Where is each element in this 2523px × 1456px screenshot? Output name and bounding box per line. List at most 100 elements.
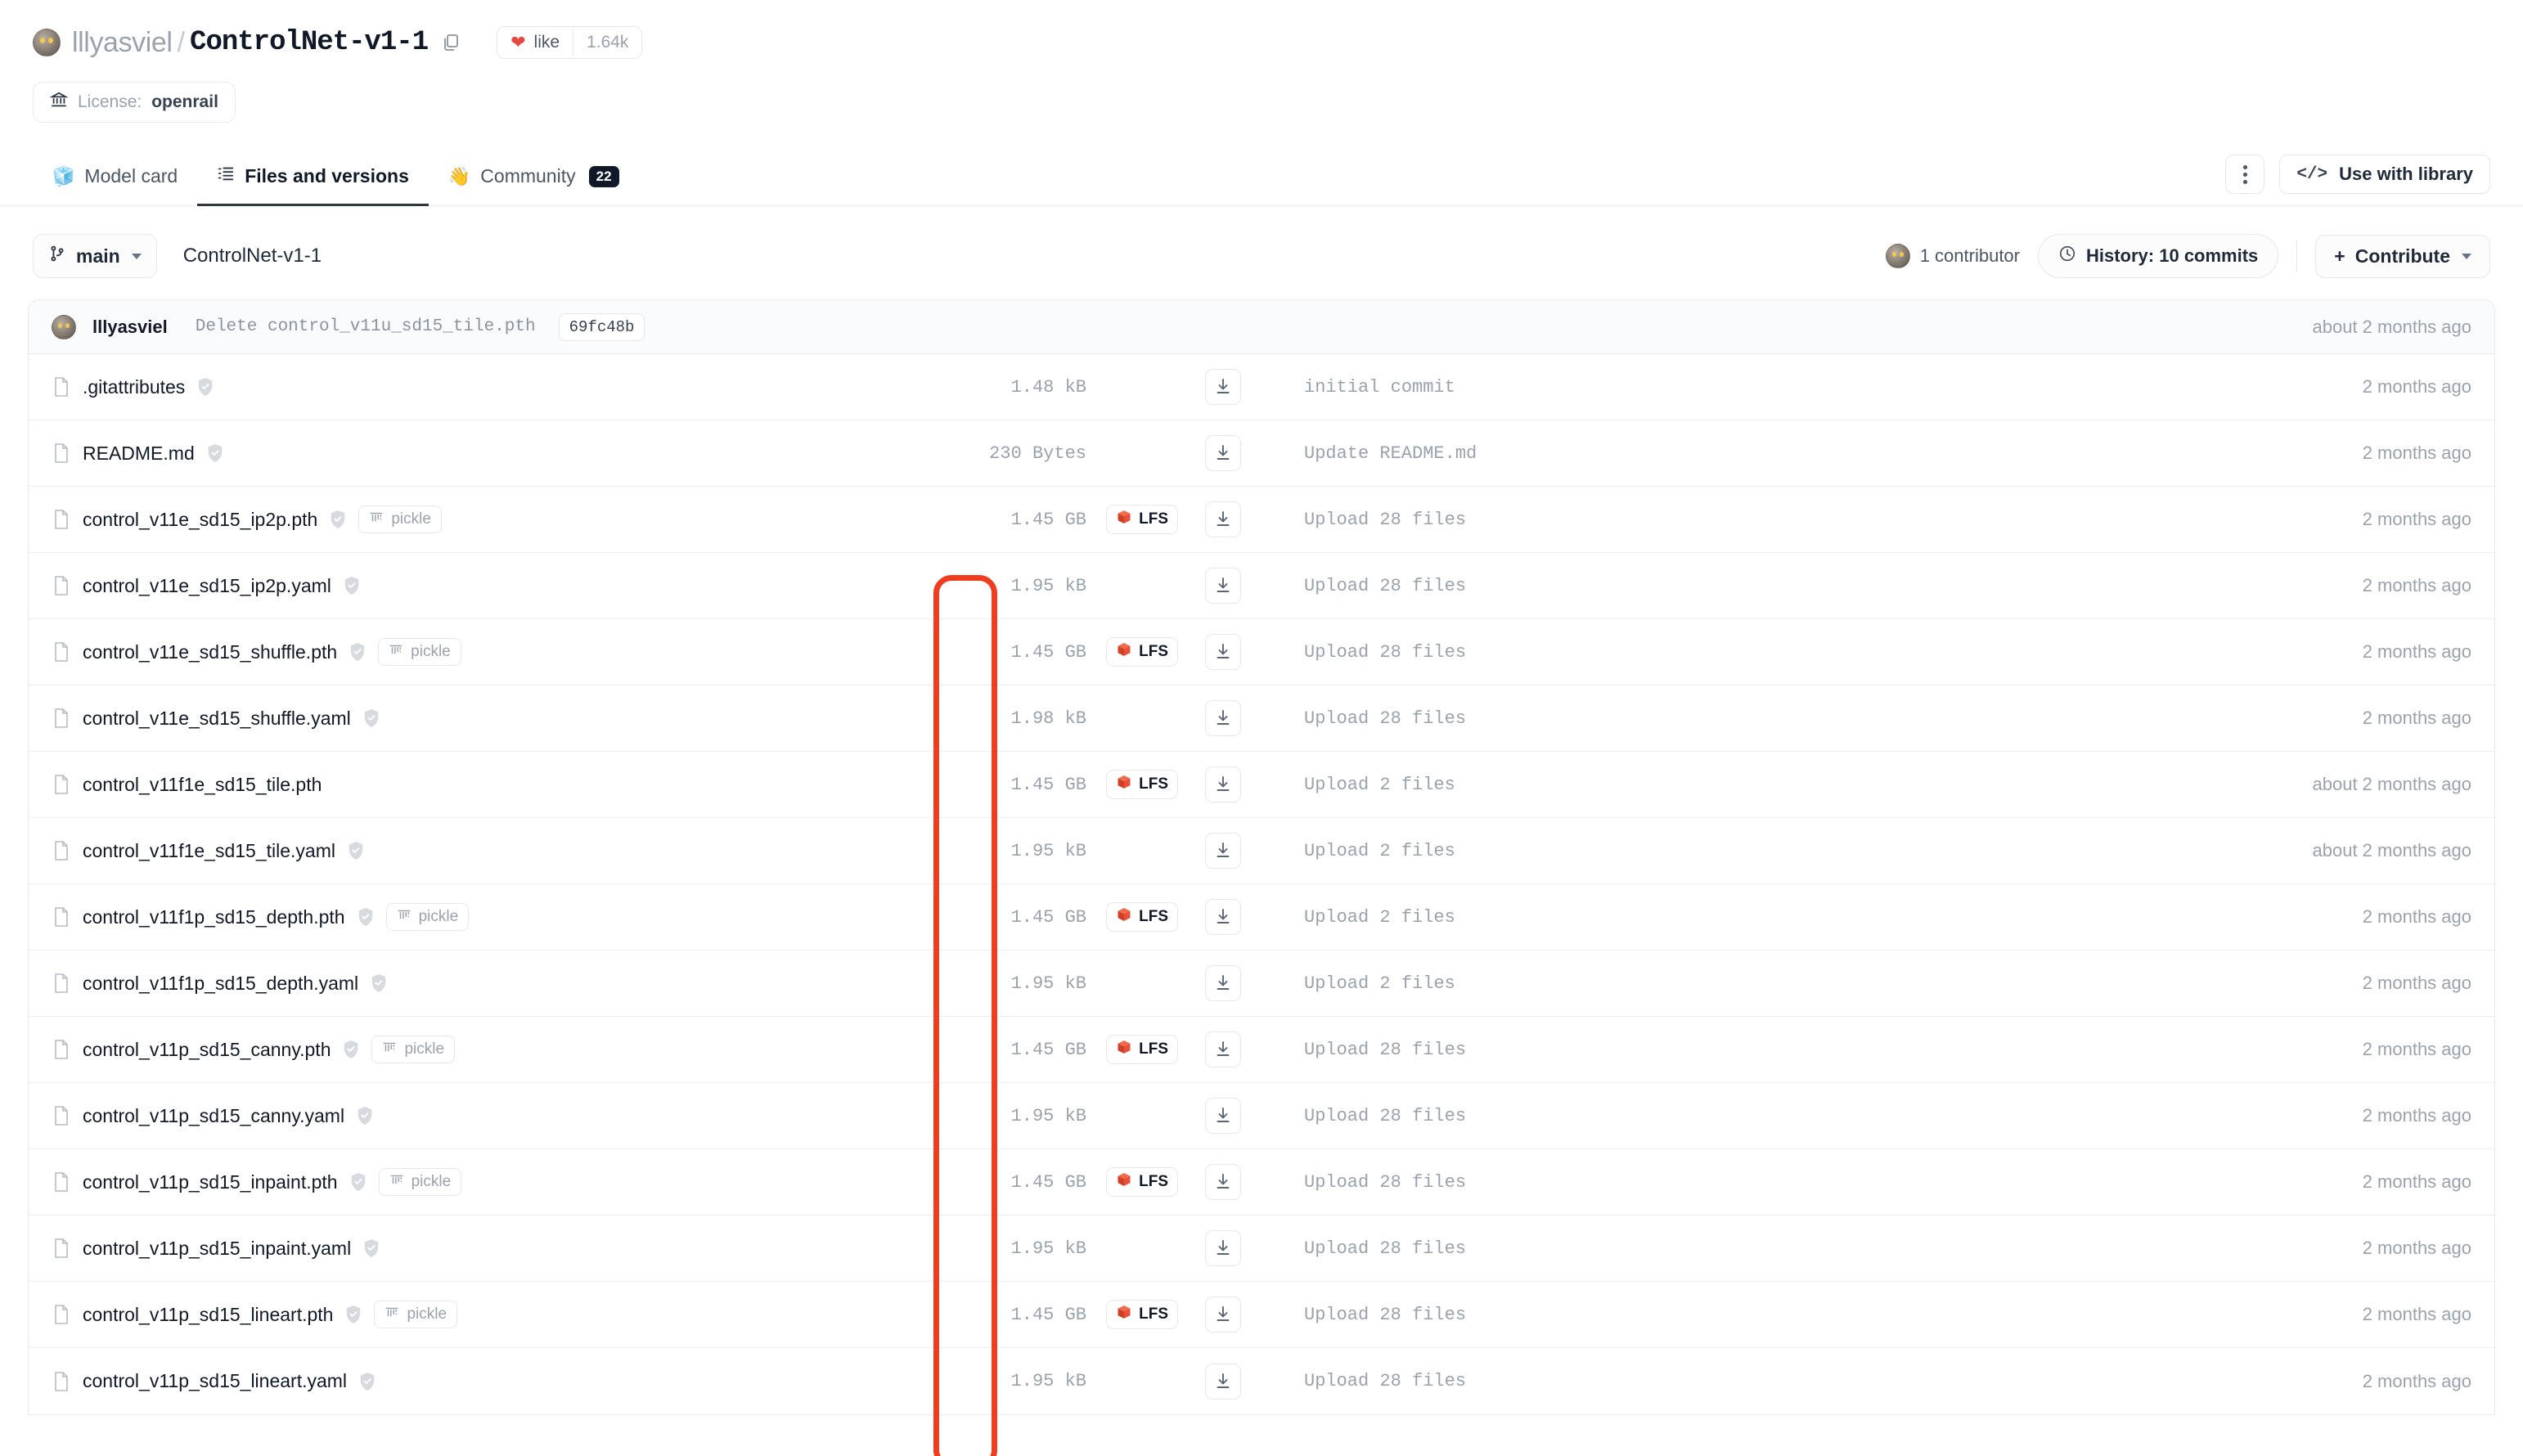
file-icon: [52, 1304, 71, 1325]
table-row[interactable]: control_v11p_sd15_lineart.pth pickle 1.4…: [29, 1282, 2494, 1348]
table-row[interactable]: control_v11e_sd15_ip2p.yaml pickle 1.95 …: [29, 553, 2494, 619]
pickle-badge[interactable]: pickle: [358, 506, 442, 533]
table-row[interactable]: control_v11e_sd15_shuffle.yaml pickle 1.…: [29, 685, 2494, 752]
file-name-link[interactable]: control_v11e_sd15_shuffle.yaml: [83, 708, 351, 730]
row-commit-message[interactable]: Upload 28 files: [1268, 510, 2226, 530]
tab-community[interactable]: 👋 Community 22: [429, 165, 639, 206]
history-button[interactable]: History: 10 commits: [2038, 234, 2278, 278]
download-button[interactable]: [1205, 435, 1241, 471]
contributors[interactable]: 1 contributor: [1886, 244, 2020, 268]
download-button[interactable]: [1205, 634, 1241, 670]
file-name-link[interactable]: control_v11f1p_sd15_depth.pth: [83, 906, 345, 928]
row-commit-message[interactable]: Upload 28 files: [1268, 1305, 2226, 1325]
download-button[interactable]: [1205, 1098, 1241, 1134]
file-name-cell: control_v11e_sd15_shuffle.yaml pickle: [52, 708, 911, 730]
tab-files-and-versions[interactable]: Files and versions: [197, 164, 429, 206]
download-button[interactable]: [1205, 899, 1241, 935]
download-button[interactable]: [1205, 965, 1241, 1001]
file-size: 1.45 GB: [911, 1172, 1086, 1193]
download-button[interactable]: [1205, 1031, 1241, 1067]
file-name-link[interactable]: control_v11p_sd15_lineart.yaml: [83, 1370, 347, 1392]
row-commit-message[interactable]: Upload 28 files: [1268, 1040, 2226, 1060]
breadcrumb[interactable]: ControlNet-v1-1: [183, 245, 322, 267]
file-name-link[interactable]: .gitattributes: [83, 376, 185, 398]
copy-icon[interactable]: [441, 33, 461, 52]
file-name-link[interactable]: control_v11p_sd15_canny.pth: [83, 1039, 331, 1061]
row-commit-message[interactable]: Upload 2 files: [1268, 973, 2226, 994]
pickle-badge[interactable]: pickle: [386, 903, 470, 931]
commit-sha[interactable]: 69fc48b: [559, 313, 645, 341]
lfs-label: LFS: [1139, 1040, 1168, 1058]
row-commit-message[interactable]: Upload 28 files: [1268, 708, 2226, 729]
file-name-link[interactable]: control_v11f1e_sd15_tile.pth: [83, 774, 322, 796]
download-button[interactable]: [1205, 700, 1241, 736]
file-name-link[interactable]: control_v11p_sd15_canny.yaml: [83, 1105, 344, 1127]
download-button[interactable]: [1205, 766, 1241, 802]
table-row[interactable]: control_v11e_sd15_ip2p.pth pickle 1.45 G…: [29, 487, 2494, 553]
row-commit-message[interactable]: Upload 28 files: [1268, 1172, 2226, 1193]
table-row[interactable]: .gitattributes pickle 1.48 kB: [29, 354, 2494, 420]
use-with-library-button[interactable]: </> Use with library: [2279, 155, 2490, 194]
file-name-link[interactable]: control_v11f1p_sd15_depth.yaml: [83, 973, 358, 995]
branch-selector[interactable]: main: [33, 234, 157, 278]
contribute-label: Contribute: [2355, 245, 2450, 267]
row-commit-message[interactable]: Upload 2 files: [1268, 907, 2226, 928]
row-commit-message[interactable]: Upload 28 files: [1268, 576, 2226, 596]
row-commit-time: 2 months ago: [2226, 1238, 2471, 1259]
org-link[interactable]: lllyasviel: [72, 27, 173, 59]
table-row[interactable]: control_v11p_sd15_canny.pth pickle 1.45 …: [29, 1017, 2494, 1083]
file-name-link[interactable]: control_v11e_sd15_ip2p.pth: [83, 509, 317, 531]
file-name-link[interactable]: control_v11e_sd15_shuffle.pth: [83, 641, 337, 663]
download-button[interactable]: [1205, 1296, 1241, 1332]
lfs-cell: LFS: [1086, 571, 1178, 600]
file-size: 1.95 kB: [911, 841, 1086, 861]
row-commit-time: 2 months ago: [2226, 575, 2471, 596]
download-button[interactable]: [1205, 501, 1241, 537]
row-commit-message[interactable]: Upload 2 files: [1268, 775, 2226, 795]
table-row[interactable]: README.md pickle 230 Bytes: [29, 420, 2494, 487]
commit-author[interactable]: lllyasviel: [92, 317, 168, 338]
row-commit-message[interactable]: initial commit: [1268, 377, 2226, 398]
license-badge[interactable]: License: openrail: [33, 82, 236, 123]
pickle-badge[interactable]: pickle: [371, 1036, 455, 1063]
pickle-badge[interactable]: pickle: [374, 1301, 457, 1328]
table-row[interactable]: control_v11f1e_sd15_tile.yaml pickle 1.9…: [29, 818, 2494, 884]
row-commit-time: about 2 months ago: [2226, 774, 2471, 795]
table-row[interactable]: control_v11f1p_sd15_depth.yaml pickle 1.…: [29, 950, 2494, 1017]
file-name-link[interactable]: control_v11p_sd15_lineart.pth: [83, 1304, 333, 1326]
contribute-button[interactable]: + Contribute: [2315, 235, 2490, 278]
download-button[interactable]: [1205, 833, 1241, 869]
row-commit-message[interactable]: Update README.md: [1268, 443, 2226, 464]
download-button[interactable]: [1205, 1230, 1241, 1266]
table-row[interactable]: control_v11e_sd15_shuffle.pth pickle 1.4…: [29, 619, 2494, 685]
pickle-badge[interactable]: pickle: [378, 638, 461, 666]
commit-message[interactable]: Delete control_v11u_sd15_tile.pth: [196, 317, 536, 336]
table-row[interactable]: control_v11p_sd15_canny.yaml pickle 1.95…: [29, 1083, 2494, 1149]
download-button[interactable]: [1205, 1364, 1241, 1400]
file-name-link[interactable]: control_v11p_sd15_inpaint.pth: [83, 1171, 338, 1193]
row-commit-message[interactable]: Upload 28 files: [1268, 1106, 2226, 1126]
file-name-link[interactable]: control_v11f1e_sd15_tile.yaml: [83, 840, 335, 862]
tab-model-card[interactable]: 🧊 Model card: [33, 165, 197, 206]
file-list: .gitattributes pickle 1.48 kB: [29, 354, 2494, 1414]
download-cell: [1178, 1230, 1268, 1266]
kebab-menu-icon[interactable]: [2225, 155, 2264, 194]
row-commit-message[interactable]: Upload 28 files: [1268, 1371, 2226, 1391]
like-button[interactable]: ❤ like: [497, 27, 573, 58]
download-button[interactable]: [1205, 369, 1241, 405]
download-button[interactable]: [1205, 568, 1241, 604]
table-row[interactable]: control_v11p_sd15_inpaint.yaml pickle 1.…: [29, 1216, 2494, 1282]
file-name-link[interactable]: control_v11p_sd15_inpaint.yaml: [83, 1238, 351, 1260]
file-name-link[interactable]: control_v11e_sd15_ip2p.yaml: [83, 575, 331, 597]
table-row[interactable]: control_v11f1e_sd15_tile.pth pickle 1.45…: [29, 752, 2494, 818]
row-commit-message[interactable]: Upload 28 files: [1268, 1238, 2226, 1259]
like-group[interactable]: ❤ like 1.64k: [497, 26, 642, 59]
pickle-badge[interactable]: pickle: [379, 1168, 462, 1196]
table-row[interactable]: control_v11p_sd15_lineart.yaml pickle 1.…: [29, 1348, 2494, 1414]
table-row[interactable]: control_v11f1p_sd15_depth.pth pickle 1.4…: [29, 884, 2494, 950]
download-button[interactable]: [1205, 1164, 1241, 1200]
file-name-link[interactable]: README.md: [83, 443, 195, 465]
row-commit-message[interactable]: Upload 2 files: [1268, 841, 2226, 861]
table-row[interactable]: control_v11p_sd15_inpaint.pth pickle 1.4…: [29, 1149, 2494, 1216]
row-commit-message[interactable]: Upload 28 files: [1268, 642, 2226, 663]
